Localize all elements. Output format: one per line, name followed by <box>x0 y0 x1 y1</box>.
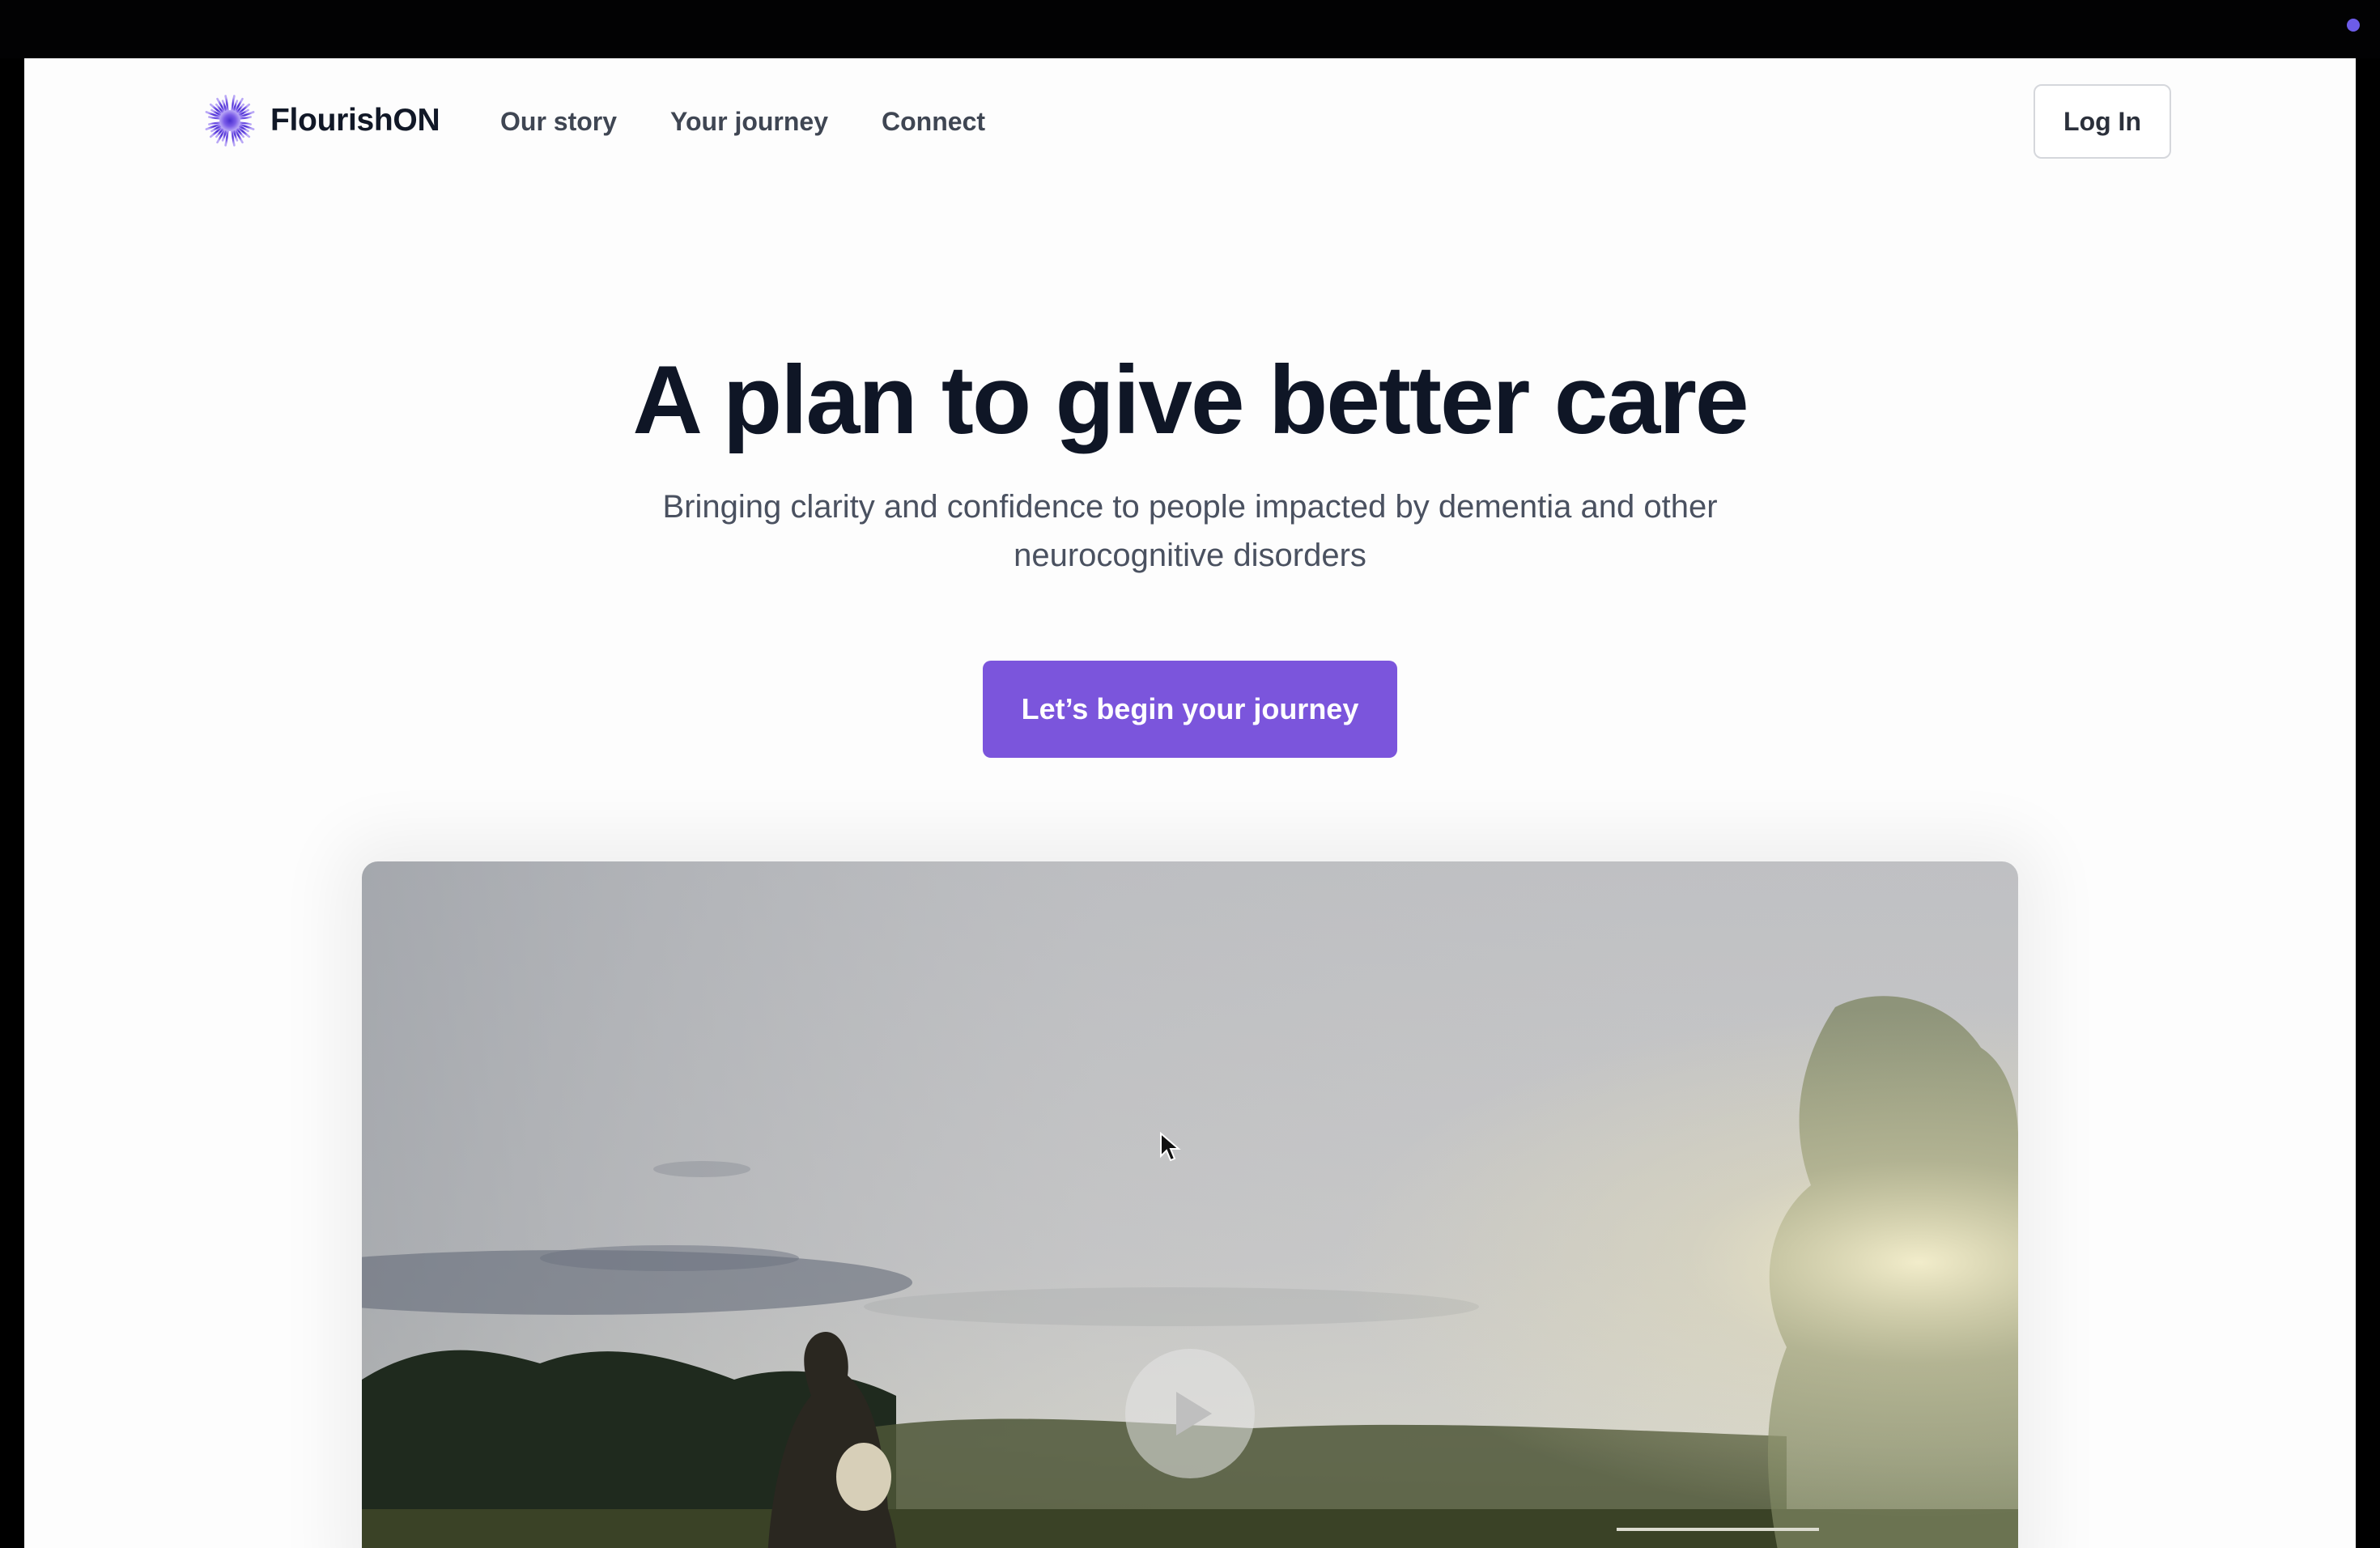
main-nav: Our story Your journey Connect <box>500 105 1039 138</box>
hero-subtitle: Bringing clarity and confidence to peopl… <box>662 489 1718 573</box>
brand-name: FlourishON <box>270 103 440 138</box>
burst-logo-icon <box>204 95 256 147</box>
play-button[interactable] <box>1125 1349 1255 1478</box>
brand-logo[interactable]: FlourishON <box>204 95 440 147</box>
login-button[interactable]: Log In <box>2034 84 2171 159</box>
nav-connect[interactable]: Connect <box>882 105 985 138</box>
video-player[interactable] <box>362 861 2018 1548</box>
play-icon <box>1176 1392 1212 1435</box>
begin-journey-button[interactable]: Let’s begin your journey <box>983 661 1397 758</box>
mouse-cursor-icon <box>1160 1132 1181 1162</box>
nav-our-story[interactable]: Our story <box>500 105 617 138</box>
hero-title: A plan to give better care <box>632 346 1749 454</box>
landing-page: FlourishON Our story Your journey Connec… <box>24 58 2356 1548</box>
screen-top-bar <box>0 0 2380 58</box>
nav-your-journey[interactable]: Your journey <box>670 105 828 138</box>
recording-indicator <box>2347 19 2360 32</box>
